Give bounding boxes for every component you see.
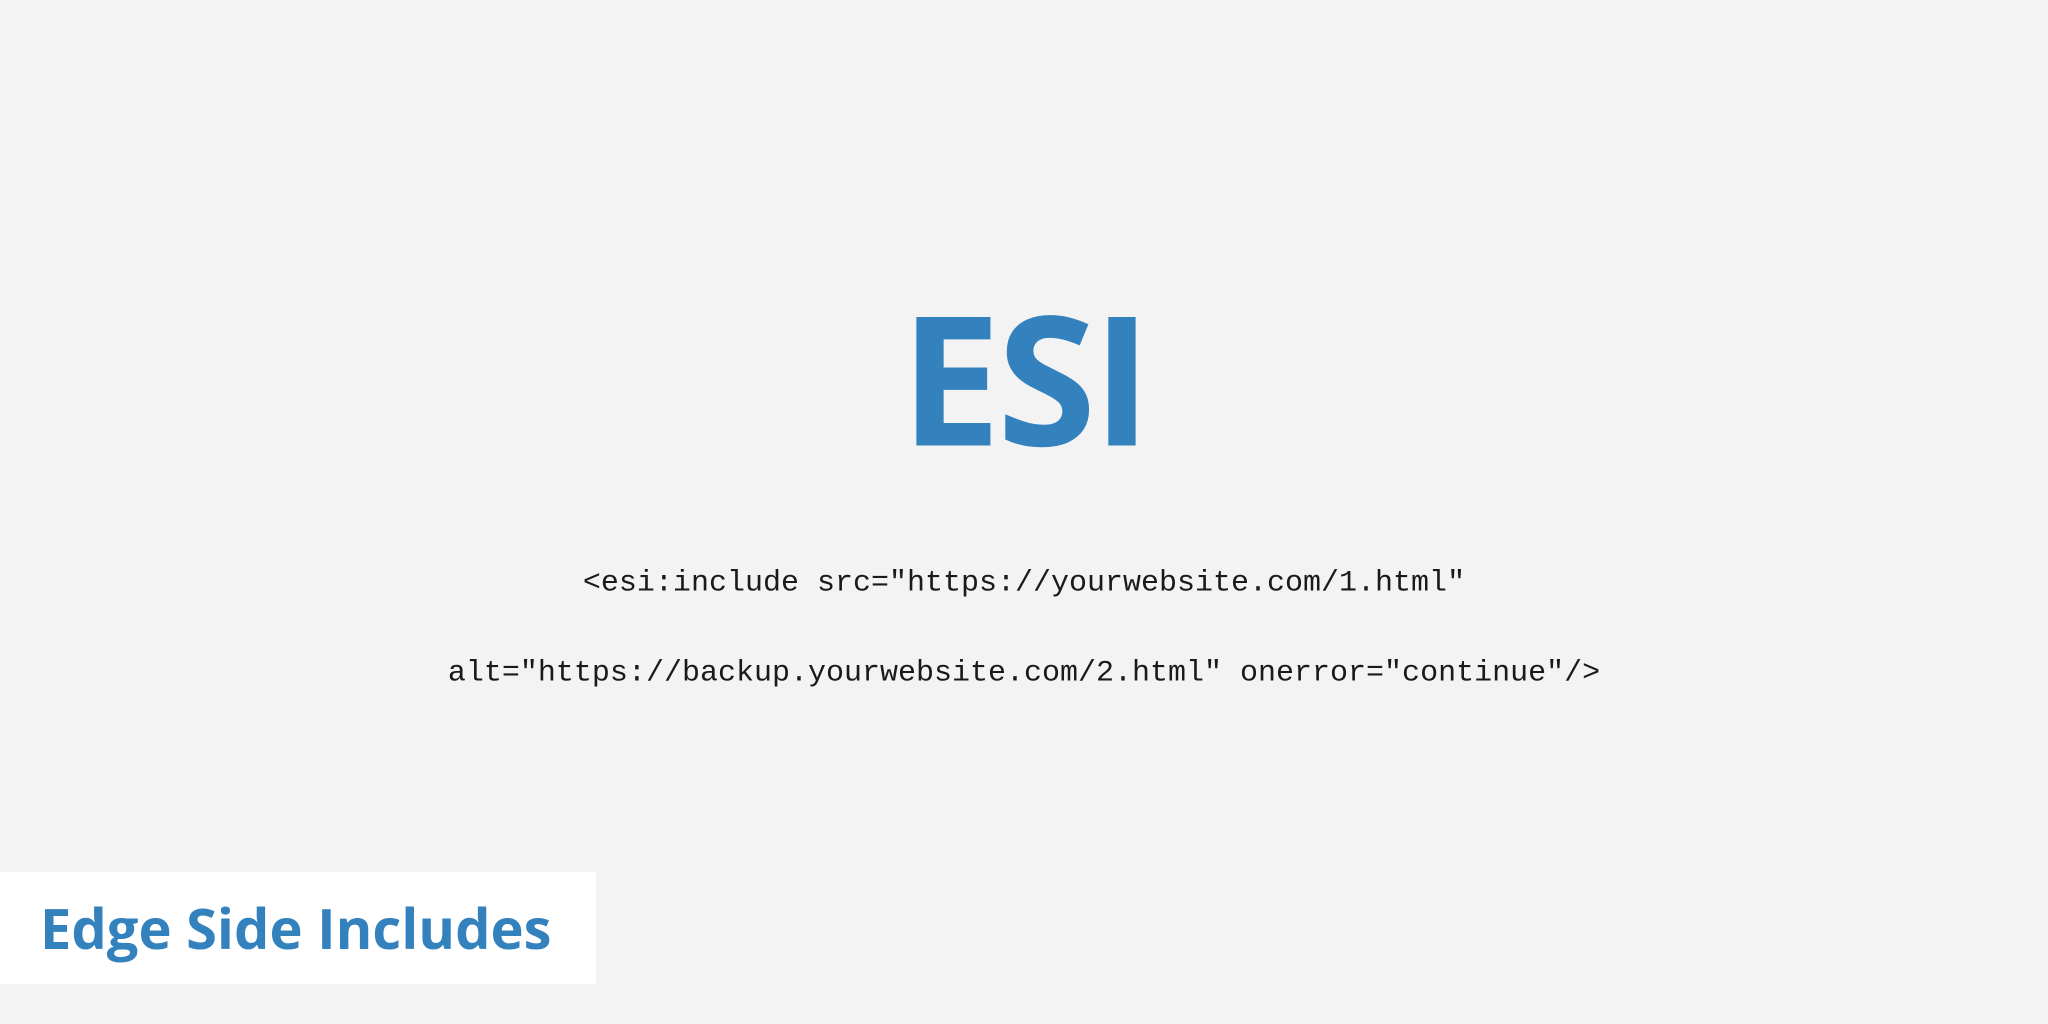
code-line-2: alt="https://backup.yourwebsite.com/2.ht… [448, 657, 1600, 691]
slide-content: ESI <esi:include src="https://yourwebsit… [0, 287, 2048, 697]
footer-label: Edge Side Includes [40, 890, 551, 966]
code-line-1: <esi:include src="https://yourwebsite.co… [583, 567, 1465, 601]
footer-label-container: Edge Side Includes [0, 872, 596, 984]
code-example: <esi:include src="https://yourwebsite.co… [0, 517, 2048, 697]
main-title: ESI [0, 287, 2048, 467]
